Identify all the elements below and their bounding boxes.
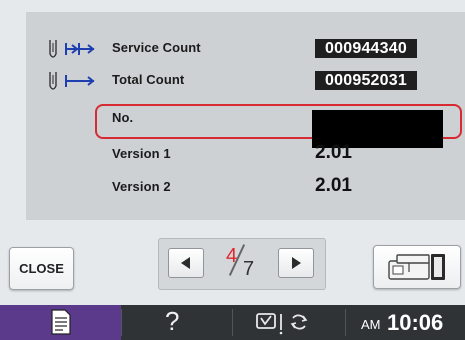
sewing-machine-icon <box>388 254 445 280</box>
triangle-right-icon <box>292 257 301 269</box>
version-1-label: Version 1 <box>112 146 171 161</box>
triangle-left-icon <box>181 257 190 269</box>
needle-icon <box>49 72 57 90</box>
service-count-value: 000944340 <box>315 39 417 58</box>
version-1-value: 2.01 <box>315 142 352 163</box>
next-page-button[interactable] <box>278 248 314 278</box>
taskbar-divider <box>345 309 346 336</box>
taskbar: ? AM 10:06 <box>0 305 465 340</box>
settings-screen: Service Count 000944340 Total Count 0009… <box>0 0 465 340</box>
clock-time: 10:06 <box>387 310 444 335</box>
total-count-row: Total Count 000952031 <box>26 68 465 94</box>
needle-double-arrow-icon <box>65 43 95 55</box>
version-2-value: 2.01 <box>315 175 352 196</box>
version-2-row: Version 2 2.01 <box>26 175 465 201</box>
page-navigator: 4 7 <box>158 238 326 290</box>
previous-page-button[interactable] <box>168 248 204 278</box>
version-2-label: Version 2 <box>112 179 171 194</box>
total-count-value: 000952031 <box>315 71 417 90</box>
clock-ampm: AM <box>361 317 381 332</box>
version-1-row: Version 1 2.01 <box>26 142 465 168</box>
thread-tension-icon <box>256 313 308 335</box>
taskbar-settings-tab[interactable] <box>0 305 121 340</box>
embroidery-machine-button[interactable] <box>373 245 461 289</box>
page-total: 7 <box>243 258 255 280</box>
document-icon <box>51 309 71 335</box>
total-count-label: Total Count <box>112 72 185 87</box>
taskbar-help-button[interactable]: ? <box>122 305 232 340</box>
needle-icon <box>49 40 57 58</box>
service-count-row: Service Count 000944340 <box>26 36 465 62</box>
needle-arrow-icon <box>65 75 95 87</box>
close-button[interactable]: CLOSE <box>9 247 74 290</box>
service-count-label: Service Count <box>112 40 201 55</box>
machine-info-panel: Service Count 000944340 Total Count 0009… <box>26 12 465 220</box>
help-icon: ? <box>165 306 180 336</box>
taskbar-thread-button[interactable] <box>233 305 342 340</box>
